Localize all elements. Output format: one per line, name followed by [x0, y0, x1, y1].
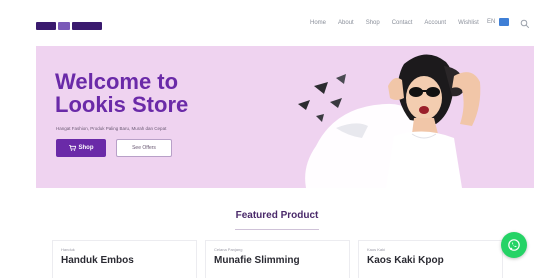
language-selector[interactable]: EN [487, 18, 510, 26]
product-category: Handuk [61, 247, 75, 252]
hero-subtitle: Hangat Fashion, Produk Paling Baru, Mura… [56, 126, 167, 131]
nav-link-contact[interactable]: Contact [392, 20, 413, 26]
flag-icon [499, 18, 510, 26]
store-logo[interactable] [36, 22, 102, 30]
whatsapp-icon [508, 239, 520, 251]
product-card[interactable]: Celana Panjang Munafie Slimming [205, 240, 350, 278]
product-name[interactable]: Kaos Kaki Kpop [367, 255, 444, 266]
page: Home About Shop Contact Account Wishlist… [0, 0, 554, 278]
shop-button-label: Shop [78, 145, 94, 151]
nav-link-about[interactable]: About [338, 20, 354, 26]
product-name[interactable]: Munafie Slimming [214, 255, 300, 266]
logo-block [58, 22, 70, 30]
cart-icon [68, 145, 76, 151]
product-category: Kaos Kaki [367, 247, 386, 252]
logo-block [36, 22, 56, 30]
product-card[interactable]: Kaos Kaki Kaos Kaki Kpop [358, 240, 503, 278]
language-label: EN [487, 19, 496, 25]
featured-product-heading: Featured Product [235, 210, 319, 221]
heading-underline [235, 229, 319, 230]
product-list: Handuk Handuk Embos Celana Panjang Munaf… [52, 240, 512, 278]
nav-link-home[interactable]: Home [310, 20, 326, 26]
whatsapp-chat-button[interactable] [501, 232, 527, 258]
nav-link-shop[interactable]: Shop [366, 20, 380, 26]
product-name[interactable]: Handuk Embos [61, 255, 134, 266]
product-card[interactable]: Handuk Handuk Embos [52, 240, 197, 278]
product-category: Celana Panjang [214, 247, 243, 252]
hero-model-image [298, 54, 481, 188]
nav-link-wishlist[interactable]: Wishlist [458, 20, 479, 26]
nav-links: Home About Shop Contact Account Wishlist [310, 20, 479, 26]
hero-banner: Welcome to Lookis Store Hangat Fashion, … [36, 46, 534, 188]
shop-button[interactable]: Shop [56, 139, 106, 157]
logo-block [72, 22, 102, 30]
see-offers-button[interactable]: See Offers [116, 139, 172, 157]
nav-link-account[interactable]: Account [424, 20, 446, 26]
search-icon[interactable] [520, 19, 530, 29]
hero-title: Welcome to Lookis Store [55, 69, 189, 117]
top-navbar: Home About Shop Contact Account Wishlist… [0, 0, 554, 46]
